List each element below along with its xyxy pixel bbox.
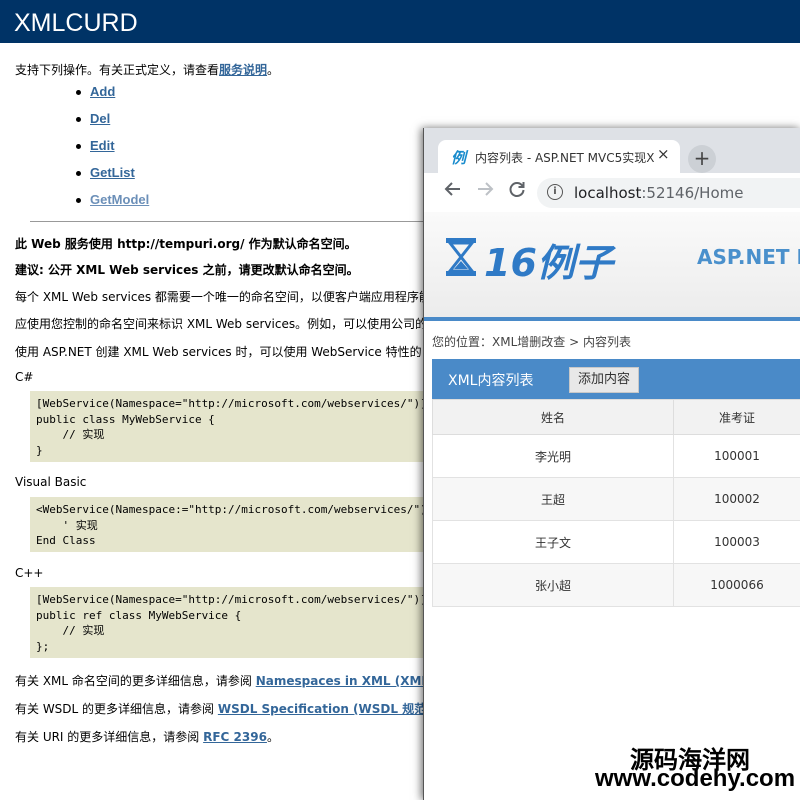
namespace-paragraph-3: 使用 ASP.NET 创建 XML Web services 时，可以使用 We…: [15, 345, 422, 359]
list-title: XML内容列表: [448, 373, 534, 389]
namespace-paragraph-2: 应使用您控制的命名空间来标识 XML Web services。例如，可以使用公…: [15, 317, 428, 331]
arrow-left-icon[interactable]: [444, 180, 462, 203]
column-header-ticket[interactable]: 准考证: [673, 399, 800, 435]
reload-icon[interactable]: [508, 180, 526, 203]
table-row[interactable]: 李光明 100001: [432, 434, 800, 478]
operation-item: Del: [76, 111, 149, 138]
service-description-link[interactable]: 服务说明: [219, 63, 267, 77]
operation-item: GetModel: [76, 192, 149, 219]
site-favicon-icon: 例: [451, 149, 467, 167]
service-header: XMLCURD: [0, 0, 800, 43]
operation-item: GetList: [76, 165, 149, 192]
more-wsdl-line: 有关 WSDL 的更多详细信息，请参阅 WSDL Specification (…: [15, 700, 432, 717]
operation-item: Add: [76, 84, 149, 111]
table-row[interactable]: 王子文 100003: [432, 520, 800, 564]
wsdl-spec-link[interactable]: WSDL Specification (WSDL 规范): [218, 702, 432, 716]
cell-name: 王子文: [432, 520, 674, 564]
new-tab-button[interactable]: +: [688, 145, 716, 173]
operation-link-del[interactable]: Del: [90, 111, 110, 126]
arrow-right-icon[interactable]: [476, 180, 494, 203]
list-header-bar: XML内容列表 添加内容: [432, 359, 800, 399]
namespace-note: 此 Web 服务使用 http://tempuri.org/ 作为默认命名空间。: [15, 237, 357, 251]
watermark-url: www.codehy.com: [595, 765, 796, 792]
browser-toolbar: i localhost:52146/Home: [424, 173, 800, 212]
rfc2396-link[interactable]: RFC 2396: [203, 730, 267, 744]
site-header: 16例子 ASP.NET M: [424, 212, 800, 321]
site-logo-text: 16例子: [484, 241, 613, 285]
address-bar[interactable]: i localhost:52146/Home: [537, 178, 800, 208]
url-text: localhost:52146/Home: [574, 184, 743, 202]
operation-link-getmodel[interactable]: GetModel: [90, 192, 149, 207]
browser-window: 例 内容列表 - ASP.NET MVC5实现XML增删改查 × + i loc…: [423, 128, 800, 800]
more-xml-text: 有关 XML 命名空间的更多详细信息，请参阅: [15, 674, 256, 688]
operation-link-add[interactable]: Add: [90, 84, 115, 99]
table-row[interactable]: 王超 100002: [432, 477, 800, 521]
cell-name: 王超: [432, 477, 674, 521]
lang-cpp-label: C++: [15, 566, 44, 580]
close-tab-icon[interactable]: ×: [657, 145, 670, 163]
more-uri-text: 有关 URI 的更多详细信息，请参阅: [15, 730, 204, 744]
operation-link-getlist[interactable]: GetList: [90, 165, 135, 180]
intro-text: 支持下列操作。有关正式定义，请查看: [15, 63, 220, 77]
operation-item: Edit: [76, 138, 149, 165]
hourglass-logo-icon: [446, 238, 476, 276]
lang-csharp-label: C#: [15, 370, 34, 384]
cell-ticket: 100003: [673, 520, 800, 564]
namespace-paragraph-1: 每个 XML Web services 都需要一个唯一的命名空间，以便客户端应用…: [15, 290, 431, 304]
browser-tab[interactable]: 例 内容列表 - ASP.NET MVC5实现XML增删改查 ×: [438, 140, 680, 173]
cell-ticket: 1000066: [673, 563, 800, 607]
cell-ticket: 100002: [673, 477, 800, 521]
table-header-row: 姓名 准考证: [432, 399, 800, 435]
lang-vb-label: Visual Basic: [15, 475, 87, 489]
more-uri-end: 。: [266, 730, 279, 744]
info-icon[interactable]: i: [547, 184, 563, 200]
tab-strip: 例 内容列表 - ASP.NET MVC5实现XML增删改查 × +: [424, 128, 800, 173]
service-title: XMLCURD: [14, 9, 138, 37]
table-row[interactable]: 张小超 1000066: [432, 563, 800, 607]
web-page: 16例子 ASP.NET M 您的位置：XML增删改查 > 内容列表 XML内容…: [424, 212, 800, 800]
intro-line: 支持下列操作。有关正式定义，请查看服务说明。: [15, 61, 279, 78]
code-cpp: [WebService(Namespace="http://microsoft.…: [30, 587, 430, 658]
content-table: 姓名 准考证 李光明 100001 王超 100002 王子文 100003 张…: [432, 399, 800, 607]
site-tagline: ASP.NET M: [697, 245, 800, 269]
code-csharp: [WebService(Namespace="http://microsoft.…: [30, 391, 430, 462]
more-uri-line: 有关 URI 的更多详细信息，请参阅 RFC 2396。: [15, 728, 279, 745]
column-header-name[interactable]: 姓名: [432, 399, 674, 435]
more-wsdl-text: 有关 WSDL 的更多详细信息，请参阅: [15, 702, 218, 716]
tab-title: 内容列表 - ASP.NET MVC5实现XML增删改查: [475, 151, 655, 165]
url-host: localhost: [574, 184, 642, 202]
cell-name: 张小超: [432, 563, 674, 607]
operation-list: Add Del Edit GetList GetModel: [76, 84, 149, 219]
code-vb: <WebService(Namespace:="http://microsoft…: [30, 497, 433, 552]
more-xml-line: 有关 XML 命名空间的更多详细信息，请参阅 Namespaces in XML…: [15, 672, 429, 689]
intro-end: 。: [267, 63, 280, 77]
cell-ticket: 100001: [673, 434, 800, 478]
url-path: :52146/Home: [641, 184, 744, 202]
operation-link-edit[interactable]: Edit: [90, 138, 115, 153]
add-content-button[interactable]: 添加内容: [569, 367, 639, 393]
breadcrumb: 您的位置：XML增删改查 > 内容列表: [432, 335, 631, 349]
cell-name: 李光明: [432, 434, 674, 478]
namespace-recommendation: 建议: 公开 XML Web services 之前，请更改默认命名空间。: [15, 263, 359, 277]
namespaces-in-xml-link[interactable]: Namespaces in XML (XML: [256, 674, 429, 688]
divider: [30, 221, 430, 222]
